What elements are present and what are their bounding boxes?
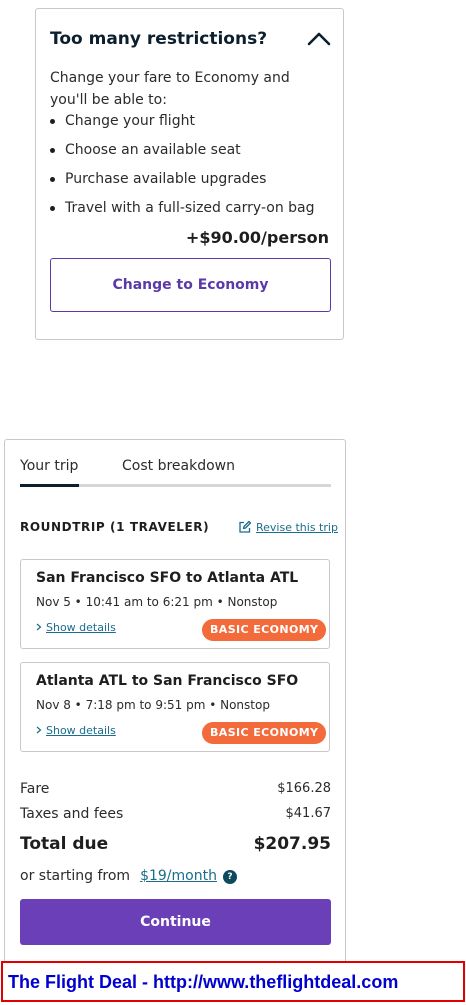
- total-amount: $207.95: [253, 834, 331, 854]
- show-details-label: Show details: [46, 724, 116, 737]
- tab-cost-breakdown[interactable]: Cost breakdown: [122, 458, 235, 474]
- fare-class-badge: BASIC ECONOMY: [202, 722, 327, 744]
- revise-trip-link[interactable]: Revise this trip: [238, 520, 338, 534]
- bullet-icon: [50, 119, 55, 124]
- benefits-list: Change your flight Choose an available s…: [50, 110, 315, 226]
- monthly-prefix: or starting from: [20, 868, 131, 884]
- chevron-right-icon: [36, 623, 42, 631]
- benefit-item: Travel with a full-sized carry-on bag: [50, 197, 315, 226]
- fare-class-badge: BASIC ECONOMY: [202, 619, 327, 641]
- fare-label: Fare: [20, 781, 50, 797]
- benefit-label: Change your flight: [65, 113, 195, 129]
- trip-summary-card: Your trip Cost breakdown ROUNDTRIP (1 TR…: [4, 439, 346, 969]
- roundtrip-heading: ROUNDTRIP (1 TRAVELER): [20, 520, 210, 534]
- show-details-link[interactable]: Show details: [36, 621, 116, 634]
- edit-icon: [239, 520, 252, 533]
- show-details-link[interactable]: Show details: [36, 724, 116, 737]
- fare-row: Fare $166.28: [20, 781, 331, 797]
- benefit-label: Purchase available upgrades: [65, 171, 267, 187]
- segment-times: Nov 5 • 10:41 am to 6:21 pm • Nonstop: [36, 595, 278, 609]
- benefit-item: Purchase available upgrades: [50, 168, 315, 197]
- tab-your-trip[interactable]: Your trip: [20, 458, 78, 474]
- fare-amount: $166.28: [277, 781, 331, 796]
- watermark-banner: The Flight Deal - http://www.theflightde…: [1, 961, 465, 1002]
- chevron-right-icon: [36, 726, 42, 734]
- taxes-label: Taxes and fees: [20, 806, 124, 822]
- upsell-title: Too many restrictions?: [50, 29, 268, 49]
- active-tab-indicator: [20, 484, 79, 487]
- benefit-item: Change your flight: [50, 110, 315, 139]
- upsell-intro: Change your fare to Economy and you'll b…: [50, 70, 290, 108]
- watermark-text: The Flight Deal - http://www.theflightde…: [8, 972, 399, 992]
- benefit-label: Travel with a full-sized carry-on bag: [65, 200, 315, 216]
- total-row: Total due $207.95: [20, 834, 331, 854]
- show-details-label: Show details: [46, 621, 116, 634]
- taxes-amount: $41.67: [285, 806, 332, 821]
- benefit-item: Choose an available seat: [50, 139, 315, 168]
- trip-tabs: Your trip Cost breakdown: [20, 456, 331, 488]
- benefit-label: Choose an available seat: [65, 142, 241, 158]
- segment-route: Atlanta ATL to San Francisco SFO: [36, 673, 299, 689]
- continue-button[interactable]: Continue: [20, 899, 331, 945]
- monthly-payment-row: or starting from $19/month?: [20, 868, 237, 884]
- segment-times: Nov 8 • 7:18 pm to 9:51 pm • Nonstop: [36, 698, 270, 712]
- change-to-economy-button[interactable]: Change to Economy: [50, 258, 331, 312]
- revise-label: Revise this trip: [256, 521, 338, 534]
- upsell-price: +$90.00/person: [185, 228, 329, 247]
- total-label: Total due: [20, 834, 109, 854]
- bullet-icon: [50, 206, 55, 211]
- segment-route: San Francisco SFO to Atlanta ATL: [36, 570, 299, 586]
- bullet-icon: [50, 148, 55, 153]
- fare-upsell-card: Too many restrictions? Change your fare …: [35, 8, 344, 340]
- monthly-payment-link[interactable]: $19/month: [140, 868, 217, 884]
- taxes-row: Taxes and fees $41.67: [20, 806, 331, 822]
- help-icon[interactable]: ?: [222, 870, 237, 884]
- bullet-icon: [50, 177, 55, 182]
- chevron-up-icon[interactable]: [306, 29, 332, 49]
- flight-segment-outbound: San Francisco SFO to Atlanta ATL Nov 5 •…: [20, 559, 330, 649]
- flight-segment-return: Atlanta ATL to San Francisco SFO Nov 8 •…: [20, 662, 330, 752]
